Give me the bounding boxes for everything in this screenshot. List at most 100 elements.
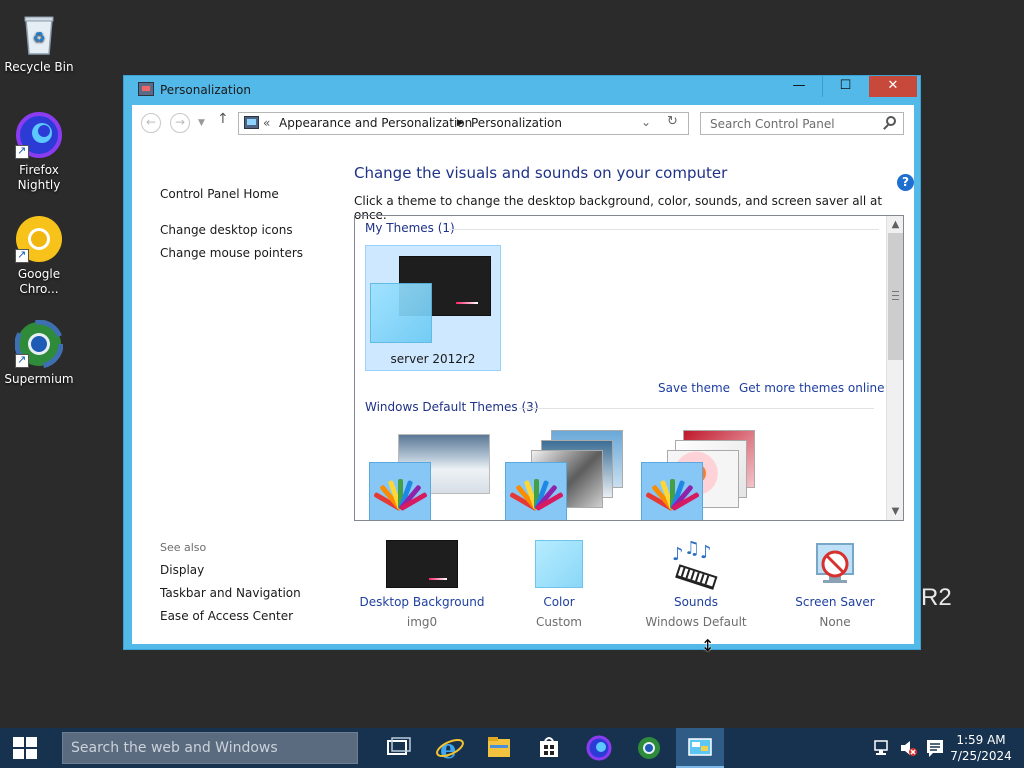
setting-label[interactable]: Desktop Background bbox=[352, 595, 492, 609]
svg-text:♻: ♻ bbox=[33, 30, 46, 46]
setting-label[interactable]: Sounds bbox=[626, 595, 766, 609]
address-dropdown-icon[interactable]: ⌄ bbox=[641, 115, 651, 129]
change-mouse-pointers-link[interactable]: Change mouse pointers bbox=[160, 246, 303, 260]
color-palette-icon bbox=[645, 475, 700, 512]
up-arrow-icon[interactable]: ↑ bbox=[217, 111, 229, 127]
breadcrumb-personalization[interactable]: Personalization bbox=[471, 116, 562, 130]
forward-arrow-icon: → bbox=[174, 115, 186, 129]
forward-button[interactable]: → bbox=[170, 113, 190, 133]
desktop-icon-google-chrome[interactable]: Google Chro... bbox=[0, 215, 78, 297]
back-button[interactable]: ← bbox=[141, 113, 161, 133]
ease-of-access-center-link[interactable]: Ease of Access Center bbox=[160, 609, 293, 623]
taskbar-clock[interactable]: 1:59 AM 7/25/2024 bbox=[946, 732, 1016, 764]
task-view-button[interactable] bbox=[374, 728, 422, 768]
scroll-up-icon[interactable]: ▲ bbox=[887, 216, 903, 233]
start-button[interactable] bbox=[0, 728, 50, 768]
help-icon[interactable]: ? bbox=[897, 174, 914, 191]
back-arrow-icon: ← bbox=[145, 115, 157, 129]
store-icon bbox=[540, 737, 558, 757]
theme-list-scrollbar[interactable]: ▲ ▼ bbox=[886, 216, 903, 520]
recent-pages-chevron-icon[interactable]: ▼ bbox=[198, 118, 205, 128]
taskbar-and-navigation-link[interactable]: Taskbar and Navigation bbox=[160, 586, 301, 600]
see-also-label: See also bbox=[160, 541, 207, 554]
theme-item-flowers[interactable] bbox=[637, 430, 763, 520]
clock-date: 7/25/2024 bbox=[950, 749, 1012, 763]
scroll-down-icon[interactable]: ▼ bbox=[887, 503, 903, 520]
breadcrumb-appearance[interactable]: Appearance and Personalization bbox=[279, 116, 472, 130]
search-icon[interactable] bbox=[886, 116, 896, 126]
resize-cursor-icon: ↕ bbox=[701, 636, 715, 655]
address-bar[interactable]: « Appearance and Personalization ▶ Perso… bbox=[238, 112, 689, 135]
screen-saver-icon bbox=[816, 543, 854, 583]
color-swatch bbox=[535, 540, 583, 588]
network-icon[interactable] bbox=[872, 728, 892, 768]
group-divider bbox=[449, 229, 879, 230]
sounds-keyboard-icon: ♪ ♫ ♪ bbox=[672, 540, 718, 590]
desktop-icon-label: Supermium bbox=[4, 372, 74, 386]
group-divider bbox=[519, 408, 874, 409]
get-more-themes-link[interactable]: Get more themes online bbox=[739, 381, 885, 395]
theme-color-swatch bbox=[505, 462, 567, 520]
supermium-icon bbox=[14, 319, 64, 369]
windows-logo-icon bbox=[13, 737, 37, 759]
theme-list[interactable]: My Themes (1) server 2012r2 Save theme G… bbox=[354, 215, 904, 521]
theme-item-server-2012r2[interactable]: server 2012r2 bbox=[365, 245, 501, 371]
firefox-nightly-icon bbox=[15, 111, 63, 159]
taskbar: e bbox=[0, 728, 1024, 768]
theme-item-windows[interactable] bbox=[365, 432, 491, 520]
breadcrumb-overflow[interactable]: « bbox=[263, 116, 270, 130]
control-panel-icon bbox=[244, 116, 259, 129]
theme-name: server 2012r2 bbox=[390, 352, 476, 366]
maximize-button[interactable]: ☐ bbox=[822, 76, 868, 97]
save-theme-link[interactable]: Save theme bbox=[658, 381, 730, 395]
setting-label[interactable]: Color bbox=[489, 595, 629, 609]
personalization-window: Personalization — ☐ ✕ ← → ▼ ↑ « Appearan… bbox=[123, 75, 921, 650]
svg-text:♪: ♪ bbox=[700, 542, 712, 563]
desktop-icon-label: Firefox Nightly bbox=[17, 163, 61, 192]
scrollbar-grip-icon bbox=[892, 291, 899, 300]
taskbar-file-explorer[interactable] bbox=[475, 728, 523, 768]
color-palette-icon bbox=[509, 475, 564, 512]
taskbar-supermium[interactable] bbox=[625, 728, 673, 768]
svg-text:♪: ♪ bbox=[672, 544, 684, 565]
display-link[interactable]: Display bbox=[160, 563, 204, 577]
setting-value: Windows Default bbox=[645, 615, 747, 629]
control-panel-home-link[interactable]: Control Panel Home bbox=[160, 187, 279, 201]
control-panel-icon bbox=[138, 82, 154, 96]
refresh-icon[interactable]: ↻ bbox=[667, 114, 678, 129]
theme-color-swatch bbox=[369, 462, 431, 520]
volume-muted-icon[interactable] bbox=[899, 728, 919, 768]
action-center-icon[interactable] bbox=[925, 728, 945, 768]
recycle-bin-icon: ♻ bbox=[15, 8, 63, 56]
shortcut-arrow-icon bbox=[15, 247, 29, 263]
clock-time: 1:59 AM bbox=[956, 733, 1006, 747]
my-themes-header: My Themes (1) bbox=[365, 221, 455, 235]
theme-color-swatch bbox=[641, 462, 703, 520]
scrollbar-thumb[interactable] bbox=[888, 233, 903, 360]
desktop-icon-label: Recycle Bin bbox=[4, 60, 74, 74]
desktop-background-thumbnail bbox=[386, 540, 458, 588]
supermium-icon bbox=[638, 737, 660, 759]
setting-label[interactable]: Screen Saver bbox=[765, 595, 905, 609]
taskbar-firefox-nightly[interactable] bbox=[575, 728, 623, 768]
desktop-icon-label: Google Chro... bbox=[17, 267, 61, 296]
default-themes-header: Windows Default Themes (3) bbox=[365, 400, 539, 414]
taskbar-internet-explorer[interactable]: e bbox=[426, 728, 474, 768]
taskbar-search-input[interactable] bbox=[63, 733, 357, 763]
search-box[interactable] bbox=[700, 112, 904, 135]
taskbar-control-panel[interactable] bbox=[676, 728, 724, 768]
theme-item-lines[interactable] bbox=[501, 430, 627, 520]
svg-text:♫: ♫ bbox=[684, 540, 700, 559]
change-desktop-icons-link[interactable]: Change desktop icons bbox=[160, 223, 293, 237]
desktop-icon-firefox-nightly[interactable]: Firefox Nightly bbox=[0, 111, 78, 193]
breadcrumb-separator-icon[interactable]: ▶ bbox=[457, 118, 464, 128]
taskbar-store[interactable] bbox=[525, 728, 573, 768]
minimize-button[interactable]: — bbox=[776, 76, 822, 97]
desktop-icon-recycle-bin[interactable]: ♻ Recycle Bin bbox=[0, 8, 78, 75]
search-input[interactable] bbox=[701, 113, 879, 134]
close-button[interactable]: ✕ bbox=[869, 76, 917, 97]
title-bar[interactable]: Personalization — ☐ ✕ bbox=[124, 76, 920, 104]
setting-value: None bbox=[819, 615, 851, 629]
taskbar-search-box[interactable] bbox=[62, 732, 358, 764]
desktop-icon-supermium[interactable]: Supermium bbox=[0, 319, 78, 387]
